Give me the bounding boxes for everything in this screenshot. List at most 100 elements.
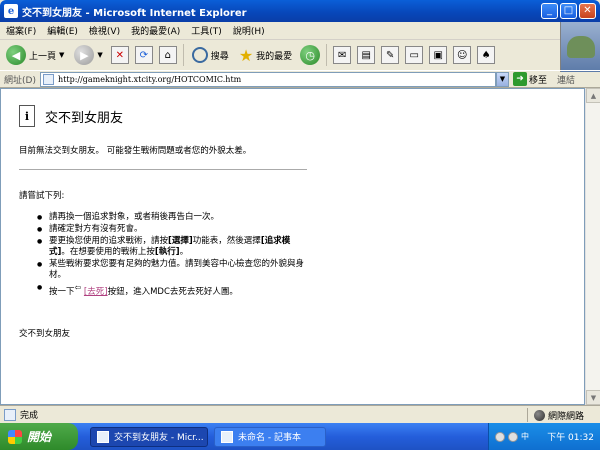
back-link[interactable]: [去死] [84, 287, 108, 297]
mail-icon[interactable]: ✉ [333, 46, 352, 64]
try-label: 請嘗試下列: [19, 191, 65, 201]
toolbar-separator [182, 44, 184, 66]
taskbar-item-ie[interactable]: 交不到女朋友 - Micr... [90, 426, 208, 447]
go-label: 移至 [529, 75, 548, 86]
start-label: 開始 [27, 430, 52, 444]
favorites-button[interactable]: ★ 我的最愛 [237, 42, 294, 68]
tip-text: 。在想要使用的戰術上按 [61, 247, 155, 257]
error-description: 目前無法交到女朋友。 可能發生戰術問題或者您的外貌太差。 [19, 146, 252, 156]
scroll-down-icon[interactable]: ▼ [586, 390, 600, 405]
links-button[interactable]: 連結 [557, 73, 575, 86]
list-item: 請再換一個追求對象，或者稍後再告白一次。 [37, 212, 307, 223]
tip-bold: [選擇] [168, 236, 193, 246]
refresh-icon[interactable]: ⟳ [134, 46, 153, 64]
go-arrow-icon: ➜ [513, 72, 527, 86]
toolbar: ◀ 上一頁 ▼ ▶ ▼ ✕ ⟳ ⌂ 搜尋 ★ 我的最愛 ◷ ✉ ▤ ✎ ▭ ▣ … [0, 40, 560, 70]
search-label: 搜尋 [210, 51, 229, 62]
task-label: 交不到女朋友 - Micr... [114, 433, 204, 443]
menu-favorites[interactable]: 我的最愛(A) [131, 24, 180, 37]
window-title: 交不到女朋友 - Microsoft Internet Explorer [22, 7, 247, 19]
taskbar-item-notepad[interactable]: 未命名 - 記事本 [214, 426, 326, 447]
favorites-label: 我的最愛 [256, 51, 293, 62]
tip-text: 要更換您使用的追求戰術，請按 [49, 236, 169, 246]
stop-icon[interactable]: ✕ [110, 46, 129, 64]
status-bar: 完成 網際網路 [0, 405, 600, 423]
address-dropdown[interactable]: ▼ [496, 71, 509, 87]
list-item: 請確定對方有沒有死會。 [37, 224, 307, 235]
notepad-icon [221, 430, 233, 443]
search-button[interactable]: 搜尋 [190, 42, 231, 68]
taskbar: 開始 交不到女朋友 - Micr... 未命名 - 記事本 中 下午 01:32 [0, 423, 600, 450]
history-icon[interactable]: ◷ [300, 45, 321, 65]
vertical-scrollbar[interactable]: ▲ ▼ [585, 88, 600, 405]
home-icon[interactable]: ⌂ [158, 46, 177, 64]
address-label: 網址(D) [4, 75, 36, 86]
tip-text: 。 [179, 247, 189, 257]
menu-edit[interactable]: 編輯(E) [47, 24, 78, 37]
divider [19, 169, 307, 170]
page-icon [4, 408, 16, 421]
close-button[interactable]: ✕ [579, 3, 596, 19]
back-arrow-icon: ⇦ [74, 283, 82, 292]
star-icon: ★ [238, 45, 254, 65]
tray-icon[interactable] [495, 431, 505, 442]
edit-icon[interactable]: ✎ [381, 46, 400, 64]
footer-text: 交不到女朋友 [19, 329, 71, 339]
system-tray: 中 下午 01:32 [488, 423, 600, 450]
menu-view[interactable]: 檢視(V) [89, 24, 120, 37]
zone-label: 網際網路 [547, 411, 584, 422]
title-bar: e 交不到女朋友 - Microsoft Internet Explorer _… [0, 0, 600, 22]
status-text: 完成 [20, 411, 39, 421]
page-title: 交不到女朋友 [45, 110, 124, 126]
windows-flag-icon [8, 429, 22, 444]
ie-icon: e [4, 4, 18, 18]
plugin-icon[interactable]: ♠ [477, 46, 496, 64]
address-input[interactable]: http://gameknight.xtcity.org/HOTCOMIC.ht… [40, 71, 496, 87]
list-item: 按一下⇦ [去死]按鈕，進入MDC去死去死好人團。 [37, 282, 307, 298]
messenger-icon[interactable]: ☺ [453, 46, 472, 64]
list-item: 要更換您使用的追求戰術，請按[選擇]功能表，然後選擇[追求模式]。在想要使用的戰… [37, 236, 307, 258]
tip-text: 功能表，然後選擇 [192, 236, 261, 246]
task-label: 未命名 - 記事本 [238, 433, 301, 443]
research-icon[interactable]: ▣ [429, 46, 448, 64]
clock: 下午 01:32 [547, 433, 594, 443]
address-url: http://gameknight.xtcity.org/HOTCOMIC.ht… [58, 74, 242, 84]
mascot-icon [566, 36, 595, 58]
back-label: 上一頁 [29, 51, 57, 62]
back-button[interactable]: ◀ 上一頁 ▼ [4, 42, 66, 68]
forward-arrow-icon: ▶ [74, 45, 95, 65]
info-icon: i [19, 105, 35, 127]
window-controls: _ □ ✕ [541, 3, 596, 19]
ie-icon [97, 430, 109, 443]
tip-text: 某些戰術要求您要有足夠的魅力值。請到美容中心檢查您的外貌與身材。 [49, 259, 305, 280]
forward-button[interactable]: ▶ ▼ [72, 42, 104, 68]
menu-help[interactable]: 說明(H) [233, 24, 265, 37]
tip-bold: [執行] [154, 247, 180, 257]
menu-bar: 檔案(F) 編輯(E) 檢視(V) 我的最愛(A) 工具(T) 說明(H) [0, 22, 600, 40]
start-button[interactable]: 開始 [0, 423, 78, 450]
menu-file[interactable]: 檔案(F) [6, 24, 36, 37]
menu-tools[interactable]: 工具(T) [191, 24, 222, 37]
list-item: 某些戰術要求您要有足夠的魅力值。請到美容中心檢查您的外貌與身材。 [37, 259, 307, 281]
go-button[interactable]: ➜ 移至 [513, 72, 547, 86]
address-bar: 網址(D) http://gameknight.xtcity.org/HOTCO… [0, 70, 600, 88]
page-content: i 交不到女朋友 目前無法交到女朋友。 可能發生戰術問題或者您的外貌太差。 請嘗… [0, 88, 585, 405]
scroll-up-icon[interactable]: ▲ [586, 88, 600, 103]
globe-icon [533, 409, 545, 421]
tip-text: 按鈕，進入MDC去死去死好人團。 [107, 286, 238, 297]
toolbar-separator [326, 44, 328, 66]
tips-list: 請再換一個追求對象，或者稍後再告白一次。 請確定對方有沒有死會。 要更換您使用的… [37, 212, 307, 299]
print-icon[interactable]: ▤ [357, 46, 376, 64]
security-zone: 網際網路 [526, 408, 584, 422]
windows-logo [560, 22, 600, 72]
minimize-button[interactable]: _ [541, 3, 558, 19]
folder-icon[interactable]: ▭ [405, 46, 424, 64]
chevron-down-icon[interactable]: ▼ [97, 51, 102, 59]
page-icon [43, 73, 54, 85]
ime-indicator[interactable]: 中 [521, 431, 529, 442]
tray-icon[interactable] [508, 431, 518, 442]
search-icon [191, 47, 208, 63]
chevron-down-icon[interactable]: ▼ [59, 51, 64, 59]
maximize-button[interactable]: □ [560, 3, 577, 19]
back-arrow-icon: ◀ [6, 45, 26, 65]
